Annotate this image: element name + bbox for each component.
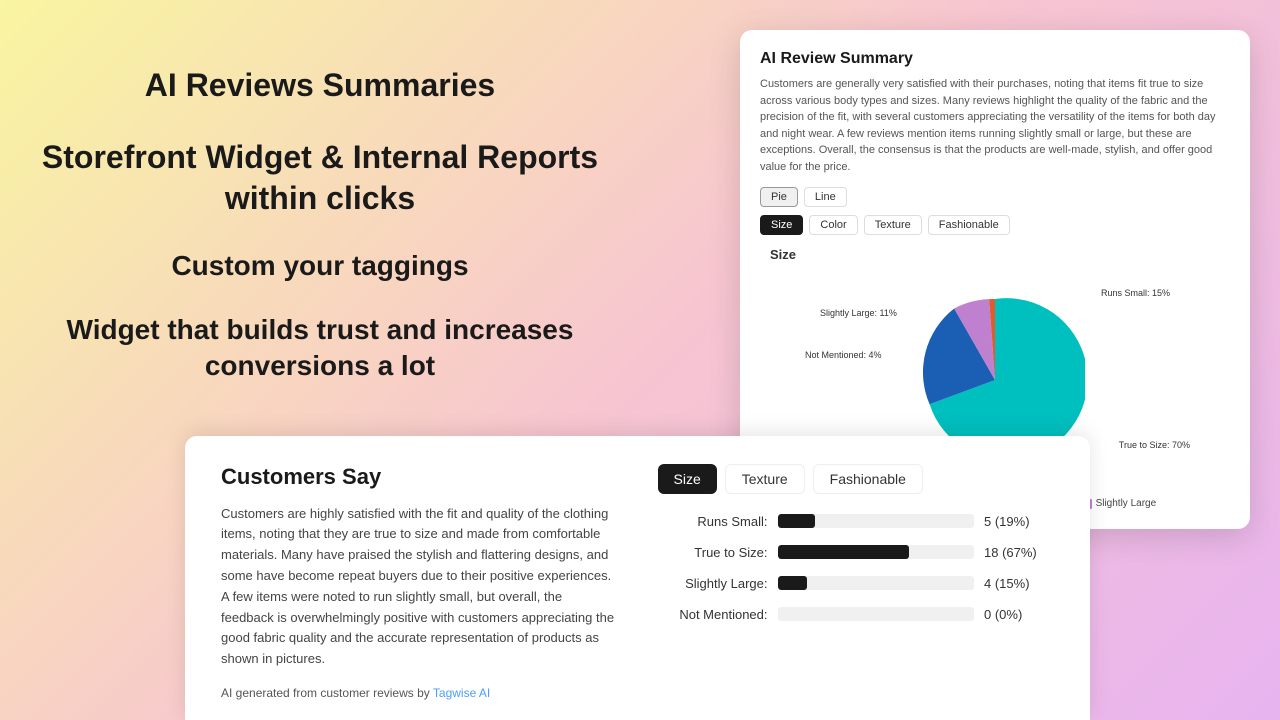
bar-label-runs-small: Runs Small: bbox=[658, 514, 768, 529]
ai-credit: AI generated from customer reviews by Ta… bbox=[221, 686, 618, 700]
heading2: Storefront Widget & Internal Reports wit… bbox=[40, 137, 600, 220]
tab-line[interactable]: Line bbox=[804, 187, 847, 207]
bottom-tag-row: Size Texture Fashionable bbox=[658, 464, 1055, 494]
heading4: Widget that builds trust and increases c… bbox=[40, 312, 600, 385]
heading3: Custom your taggings bbox=[171, 250, 468, 282]
legend-slightly-large: Slightly Large bbox=[1082, 498, 1157, 509]
bar-value-not-mentioned: 0 (0%) bbox=[984, 607, 1054, 622]
bar-fill-true-to-size bbox=[778, 545, 910, 559]
bottom-tag-fashionable[interactable]: Fashionable bbox=[813, 464, 923, 494]
bar-track-true-to-size bbox=[778, 545, 975, 559]
pie-label-true-to-size: True to Size: 70% bbox=[1119, 440, 1190, 450]
bar-value-runs-small: 5 (19%) bbox=[984, 514, 1054, 529]
tag-size[interactable]: Size bbox=[760, 215, 803, 235]
bar-slightly-large: Slightly Large: 4 (15%) bbox=[658, 576, 1055, 591]
tag-tab-row: Size Color Texture Fashionable bbox=[760, 215, 1230, 235]
pie-label-not-mentioned: Not Mentioned: 4% bbox=[805, 350, 882, 360]
bar-track-slightly-large bbox=[778, 576, 975, 590]
bar-true-to-size: True to Size: 18 (67%) bbox=[658, 545, 1055, 560]
bar-fill-slightly-large bbox=[778, 576, 807, 590]
tag-color[interactable]: Color bbox=[809, 215, 857, 235]
tagwise-link[interactable]: Tagwise AI bbox=[433, 686, 490, 700]
review-card-description: Customers are generally very satisfied w… bbox=[760, 76, 1230, 175]
bottom-card: Customers Say Customers are highly satis… bbox=[185, 436, 1090, 720]
pie-label-runs-small: Runs Small: 15% bbox=[1101, 288, 1170, 298]
chart-title: Size bbox=[760, 247, 1230, 262]
bar-track-not-mentioned bbox=[778, 607, 975, 621]
customers-say-title: Customers Say bbox=[221, 464, 618, 490]
bar-label-true-to-size: True to Size: bbox=[658, 545, 768, 560]
tag-texture[interactable]: Texture bbox=[864, 215, 922, 235]
bar-runs-small: Runs Small: 5 (19%) bbox=[658, 514, 1055, 529]
bar-value-slightly-large: 4 (15%) bbox=[984, 576, 1054, 591]
review-card-title: AI Review Summary bbox=[760, 50, 1230, 68]
bottom-left-section: Customers Say Customers are highly satis… bbox=[221, 464, 618, 700]
tag-fashionable[interactable]: Fashionable bbox=[928, 215, 1010, 235]
bottom-tag-size[interactable]: Size bbox=[658, 464, 717, 494]
bar-not-mentioned: Not Mentioned: 0 (0%) bbox=[658, 607, 1055, 622]
bottom-tag-texture[interactable]: Texture bbox=[725, 464, 805, 494]
bar-label-slightly-large: Slightly Large: bbox=[658, 576, 768, 591]
top-tab-row: Pie Line bbox=[760, 187, 1230, 207]
pie-label-slightly-large: Slightly Large: 11% bbox=[820, 308, 897, 318]
bar-chart: Runs Small: 5 (19%) True to Size: 18 (67… bbox=[658, 514, 1055, 622]
bar-label-not-mentioned: Not Mentioned: bbox=[658, 607, 768, 622]
bar-track-runs-small bbox=[778, 514, 975, 528]
tab-pie[interactable]: Pie bbox=[760, 187, 798, 207]
bottom-right-section: Size Texture Fashionable Runs Small: 5 (… bbox=[658, 464, 1055, 700]
customers-say-text: Customers are highly satisfied with the … bbox=[221, 504, 618, 670]
bar-value-true-to-size: 18 (67%) bbox=[984, 545, 1054, 560]
left-panel: AI Reviews Summaries Storefront Widget &… bbox=[0, 0, 640, 450]
bar-fill-runs-small bbox=[778, 514, 815, 528]
heading1: AI Reviews Summaries bbox=[145, 65, 495, 107]
